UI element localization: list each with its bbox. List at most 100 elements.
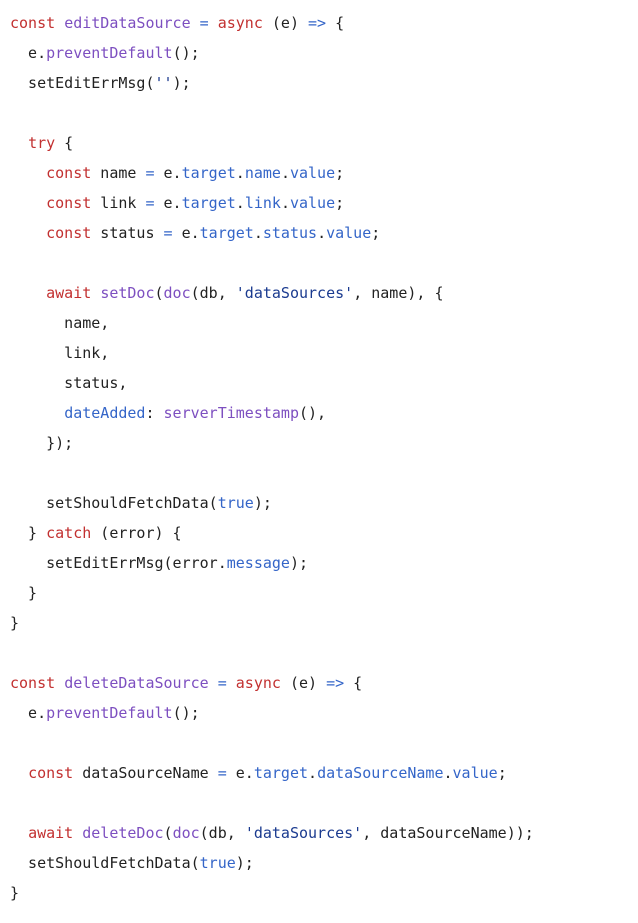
code-token-property: link (244, 194, 281, 212)
code-token-property: target (181, 194, 236, 212)
code-token-property: value (452, 764, 498, 782)
code-token-property: message (226, 554, 290, 572)
code-token-operator: = (163, 224, 173, 242)
code-token-property: true (199, 854, 236, 872)
code-token-property: value (326, 224, 372, 242)
code-line[interactable] (10, 728, 638, 758)
code-token-property: true (217, 494, 254, 512)
code-token-plain: name, (10, 314, 110, 332)
code-line[interactable]: } (10, 878, 638, 908)
code-token-plain: { (326, 14, 345, 32)
code-token-keyword: await (28, 824, 74, 842)
code-token-plain: (error) { (91, 524, 182, 542)
code-token-plain: . (235, 164, 245, 182)
code-token-property: dataSourceName (317, 764, 444, 782)
code-token-plain: link, (10, 344, 110, 362)
code-line[interactable] (10, 788, 638, 818)
code-line[interactable]: const link = e.target.link.value; (10, 188, 638, 218)
code-line[interactable] (10, 248, 638, 278)
code-token-plain: . (443, 764, 453, 782)
code-token-plain: (db, (199, 824, 245, 842)
code-token-plain: (), (299, 404, 327, 422)
code-token-function: preventDefault (46, 44, 173, 62)
code-token-plain: } (10, 884, 20, 902)
code-token-property: status (262, 224, 318, 242)
code-token-plain: ); (253, 494, 272, 512)
code-line[interactable]: }); (10, 428, 638, 458)
code-line[interactable]: setShouldFetchData(true); (10, 848, 638, 878)
code-token-plain: ( (163, 824, 173, 842)
code-token-plain: setEditErrMsg( (10, 74, 155, 92)
code-token-plain: . (308, 764, 318, 782)
code-token-function: serverTimestamp (163, 404, 299, 422)
code-line[interactable]: setShouldFetchData(true); (10, 488, 638, 518)
code-token-plain: . (235, 194, 245, 212)
code-token-function: deleteDoc (82, 824, 164, 842)
code-token-function: deleteDataSource (64, 674, 209, 692)
code-token-plain: e. (172, 224, 200, 242)
code-token-operator: = (217, 764, 227, 782)
code-token-string: 'dataSources' (235, 284, 354, 302)
code-line[interactable]: setEditErrMsg(''); (10, 68, 638, 98)
code-line[interactable]: const dataSourceName = e.target.dataSour… (10, 758, 638, 788)
code-token-plain: e. (154, 164, 182, 182)
code-token-plain: e. (154, 194, 182, 212)
code-token-property: target (253, 764, 309, 782)
code-token-plain: (); (172, 44, 200, 62)
code-line[interactable]: try { (10, 128, 638, 158)
code-line[interactable]: link, (10, 338, 638, 368)
code-token-plain: (); (172, 704, 200, 722)
code-token-plain: . (317, 224, 327, 242)
code-token-keyword: const (10, 674, 56, 692)
code-token-plain: e. (10, 704, 47, 722)
code-token-operator: => (308, 14, 327, 32)
code-line[interactable]: const name = e.target.name.value; (10, 158, 638, 188)
code-line[interactable]: const deleteDataSource = async (e) => { (10, 668, 638, 698)
code-line[interactable] (10, 98, 638, 128)
code-line[interactable] (10, 638, 638, 668)
code-line[interactable]: dateAdded: serverTimestamp(), (10, 398, 638, 428)
code-line[interactable]: setEditErrMsg(error.message); (10, 548, 638, 578)
code-line[interactable]: e.preventDefault(); (10, 698, 638, 728)
code-token-function: editDataSource (64, 14, 191, 32)
code-line[interactable] (10, 458, 638, 488)
code-line[interactable]: await deleteDoc(doc(db, 'dataSources', d… (10, 818, 638, 848)
code-line[interactable]: } catch (error) { (10, 518, 638, 548)
code-token-function: doc (172, 824, 200, 842)
code-line[interactable]: name, (10, 308, 638, 338)
code-line[interactable]: e.preventDefault(); (10, 38, 638, 68)
code-token-plain: (e) (280, 674, 327, 692)
code-line[interactable]: const editDataSource = async (e) => { (10, 8, 638, 38)
code-token-keyword: const (46, 224, 92, 242)
code-token-operator: = (199, 14, 209, 32)
code-token-plain: : (145, 404, 164, 422)
code-token-plain: ); (289, 554, 309, 572)
code-token-plain: { (55, 134, 74, 152)
code-token-plain: ); (172, 74, 191, 92)
code-line[interactable]: } (10, 578, 638, 608)
code-line[interactable]: status, (10, 368, 638, 398)
code-token-plain: ; (371, 224, 381, 242)
code-editor-surface[interactable]: const editDataSource = async (e) => { e.… (0, 0, 638, 908)
code-token-plain: link (91, 194, 146, 212)
code-line[interactable]: const status = e.target.status.value; (10, 218, 638, 248)
code-token-operator: = (217, 674, 227, 692)
code-token-plain: ; (335, 164, 345, 182)
code-token-property: target (181, 164, 236, 182)
code-token-keyword: const (46, 194, 92, 212)
code-token-property: value (289, 194, 336, 212)
code-line[interactable]: } (10, 608, 638, 638)
code-token-plain: }); (10, 434, 74, 452)
code-line[interactable]: await setDoc(doc(db, 'dataSources', name… (10, 278, 638, 308)
code-token-plain: (e) (262, 14, 309, 32)
code-token-plain: setEditErrMsg(error. (10, 554, 227, 572)
